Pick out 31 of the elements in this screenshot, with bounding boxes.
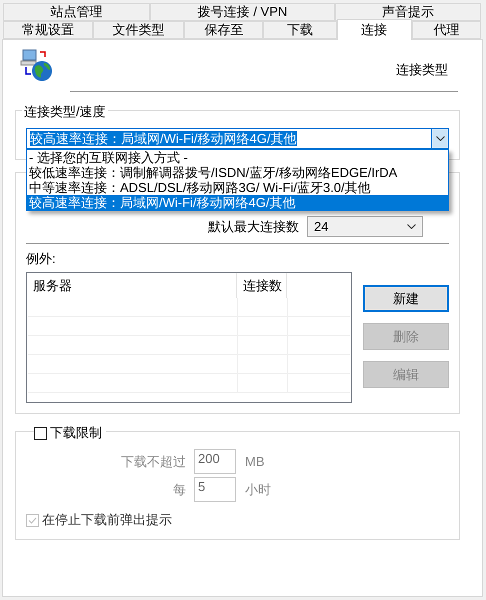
network-globe-icon <box>19 48 53 82</box>
tab[interactable]: 下载 <box>263 21 337 39</box>
field-label: 每 <box>172 480 187 498</box>
exceptions-label: 例外: <box>26 251 56 266</box>
dropdown-option[interactable]: - 选择您的互联网接入方式 - <box>27 150 448 165</box>
action-button[interactable]: 新建 <box>363 285 449 312</box>
caret-icon <box>407 224 416 229</box>
tab[interactable]: 站点管理 <box>3 3 150 21</box>
tab[interactable]: 文件类型 <box>92 21 184 39</box>
tab[interactable]: 保存至 <box>184 21 264 39</box>
dropdown-option[interactable]: 较低速率连接：调制解调器拨号/ISDN/蓝牙/移动网络EDGE/IrDA <box>27 165 448 180</box>
column-header[interactable]: 服务器 <box>27 273 237 298</box>
tab[interactable]: 拨号连接 / VPN <box>150 3 335 21</box>
unit-label: 小时 <box>245 480 271 498</box>
max-connections-label: 默认最大连接数 <box>208 218 299 236</box>
caret-icon <box>436 136 444 141</box>
tab[interactable]: 常规设置 <box>3 21 93 39</box>
dropdown-option[interactable]: 较高速率连接：局域网/Wi-Fi/移动网络4G/其他 <box>27 195 448 210</box>
column-header[interactable]: 连接数 <box>237 273 287 298</box>
unit-label: MB <box>245 454 264 469</box>
tab[interactable]: 声音提示 <box>334 3 481 21</box>
checkbox-label: 在停止下载前弹出提示 <box>42 511 172 529</box>
group-label: 连接类型/速度 <box>22 103 108 121</box>
max-connections-select[interactable]: 24 <box>307 216 423 237</box>
checkbox-label: 下载限制 <box>47 424 106 442</box>
dropdown-option[interactable]: 中等速率连接：ADSL/DSL/移动网路3G/ Wi-Fi/蓝牙3.0/其他 <box>27 180 448 195</box>
tab[interactable]: 代理 <box>412 21 481 39</box>
section-title: 连接类型 <box>396 61 449 79</box>
tab[interactable]: 连接 <box>336 19 412 40</box>
checkbox[interactable] <box>34 426 47 440</box>
field-label: 下载不超过 <box>120 452 187 470</box>
